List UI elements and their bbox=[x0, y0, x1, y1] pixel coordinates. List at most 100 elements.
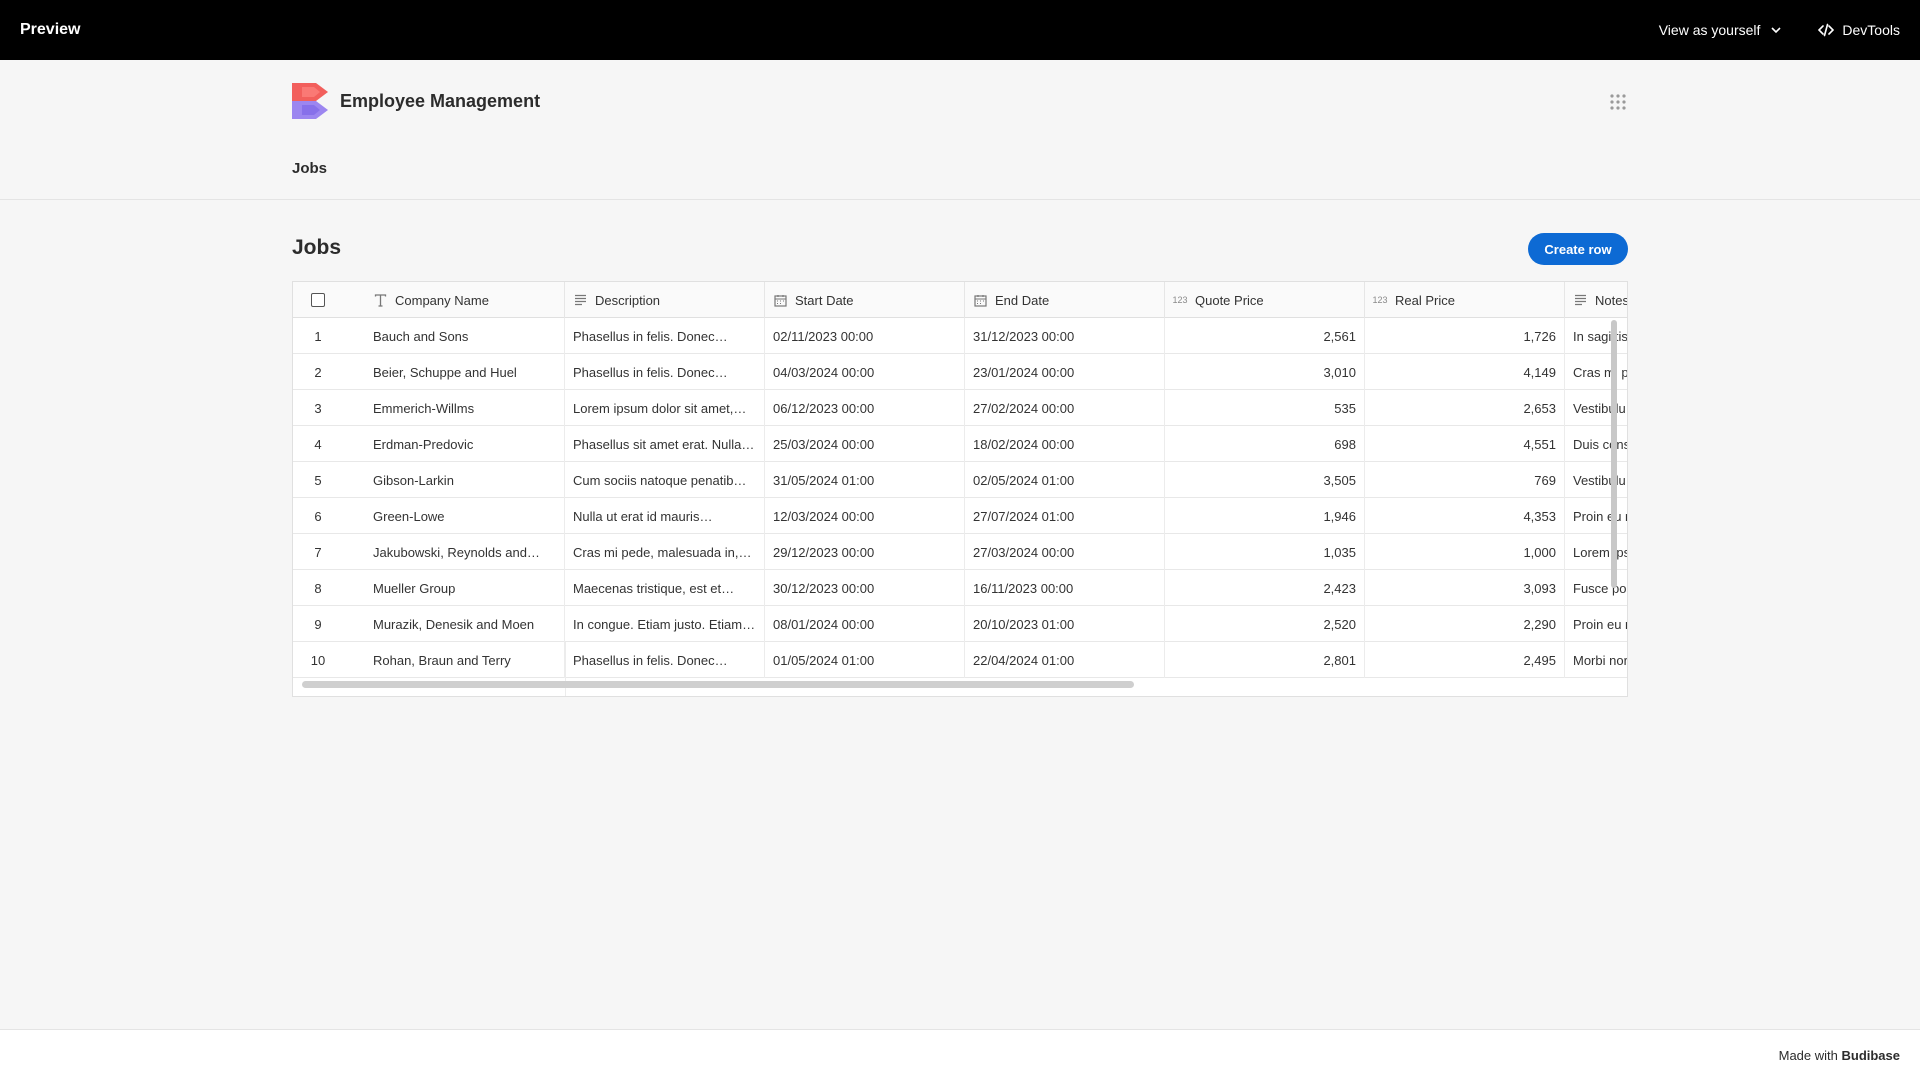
notes-cell[interactable]: In sagittis bbox=[1565, 318, 1627, 354]
real-price-cell[interactable]: 3,093 bbox=[1365, 570, 1565, 606]
end-date-cell[interactable]: 31/12/2023 00:00 bbox=[965, 318, 1165, 354]
table-row[interactable]: 6 Green-Lowe Nulla ut erat id mauris… 12/03… bbox=[293, 498, 1627, 534]
column-header-quote-price[interactable]: 123 Quote Price bbox=[1165, 282, 1365, 318]
horizontal-scrollbar[interactable] bbox=[302, 681, 1134, 688]
quote-price-cell[interactable]: 1,946 bbox=[1165, 498, 1365, 534]
end-date-cell[interactable]: 18/02/2024 00:00 bbox=[965, 426, 1165, 462]
table-row[interactable]: 9 Murazik, Denesik and Moen In congue. Eti… bbox=[293, 606, 1627, 642]
start-date-cell[interactable]: 02/11/2023 00:00 bbox=[765, 318, 965, 354]
company-name-cell[interactable]: Green-Lowe bbox=[365, 498, 565, 534]
notes-cell[interactable]: Vestibulu bbox=[1565, 462, 1627, 498]
company-name-cell[interactable]: Beier, Schuppe and Huel bbox=[365, 354, 565, 390]
description-cell[interactable]: In congue. Etiam justo. Etiam… bbox=[565, 606, 765, 642]
company-name-cell[interactable]: Mueller Group bbox=[365, 570, 565, 606]
notes-cell[interactable]: Fusce pos bbox=[1565, 570, 1627, 606]
end-date-cell[interactable]: 22/04/2024 01:00 bbox=[965, 642, 1165, 678]
notes-cell[interactable]: Lorem ips bbox=[1565, 534, 1627, 570]
description-cell[interactable]: Phasellus in felis. Donec… bbox=[565, 642, 765, 678]
table-row[interactable]: 4 Erdman-Predovic Phasellus sit amet erat.… bbox=[293, 426, 1627, 462]
quote-price-cell[interactable]: 2,520 bbox=[1165, 606, 1365, 642]
company-name-cell[interactable]: Murazik, Denesik and Moen bbox=[365, 606, 565, 642]
company-name-cell[interactable]: Rohan, Braun and Terry bbox=[365, 642, 565, 678]
quote-price-cell[interactable]: 2,801 bbox=[1165, 642, 1365, 678]
table-row[interactable]: 7 Jakubowski, Reynolds and… Cras mi pede, … bbox=[293, 534, 1627, 570]
quote-price-cell[interactable]: 1,035 bbox=[1165, 534, 1365, 570]
description-cell[interactable]: Lorem ipsum dolor sit amet,… bbox=[565, 390, 765, 426]
notes-cell[interactable]: Morbi nor bbox=[1565, 642, 1627, 678]
start-date-cell[interactable]: 08/01/2024 00:00 bbox=[765, 606, 965, 642]
start-date-cell-text: 01/05/2024 01:00 bbox=[773, 652, 875, 668]
column-header-end-date[interactable]: End Date bbox=[965, 282, 1165, 318]
start-date-cell[interactable]: 29/12/2023 00:00 bbox=[765, 534, 965, 570]
company-name-cell[interactable]: Emmerich-Willms bbox=[365, 390, 565, 426]
end-date-cell[interactable]: 20/10/2023 01:00 bbox=[965, 606, 1165, 642]
start-date-cell[interactable]: 04/03/2024 00:00 bbox=[765, 354, 965, 390]
start-date-cell[interactable]: 12/03/2024 00:00 bbox=[765, 498, 965, 534]
real-price-cell[interactable]: 2,653 bbox=[1365, 390, 1565, 426]
company-name-cell[interactable]: Jakubowski, Reynolds and… bbox=[365, 534, 565, 570]
description-cell[interactable]: Phasellus in felis. Donec… bbox=[565, 354, 765, 390]
made-with-budibase[interactable]: Made with Budibase bbox=[1779, 1048, 1900, 1063]
start-date-cell[interactable]: 30/12/2023 00:00 bbox=[765, 570, 965, 606]
start-date-cell[interactable]: 06/12/2023 00:00 bbox=[765, 390, 965, 426]
quote-price-cell[interactable]: 698 bbox=[1165, 426, 1365, 462]
column-header-start-date[interactable]: Start Date bbox=[765, 282, 965, 318]
column-header-label: Description bbox=[595, 292, 661, 308]
devtools-button[interactable]: DevTools bbox=[1818, 22, 1900, 38]
view-as-dropdown[interactable]: View as yourself bbox=[1659, 22, 1783, 38]
quote-price-cell[interactable]: 3,010 bbox=[1165, 354, 1365, 390]
description-cell[interactable]: Phasellus in felis. Donec… bbox=[565, 318, 765, 354]
end-date-cell[interactable]: 16/11/2023 00:00 bbox=[965, 570, 1165, 606]
select-all-checkbox[interactable] bbox=[311, 293, 325, 307]
end-date-cell[interactable]: 27/07/2024 01:00 bbox=[965, 498, 1165, 534]
notes-cell[interactable]: Duis cons bbox=[1565, 426, 1627, 462]
column-header-description[interactable]: Description bbox=[565, 282, 765, 318]
app-grid-icon[interactable] bbox=[1610, 94, 1626, 110]
table-row[interactable]: 5 Gibson-Larkin Cum sociis natoque penatib… bbox=[293, 462, 1627, 498]
end-date-cell[interactable]: 27/02/2024 00:00 bbox=[965, 390, 1165, 426]
company-name-cell[interactable]: Erdman-Predovic bbox=[365, 426, 565, 462]
description-cell[interactable]: Phasellus sit amet erat. Nulla… bbox=[565, 426, 765, 462]
end-date-cell[interactable]: 02/05/2024 01:00 bbox=[965, 462, 1165, 498]
start-date-cell[interactable]: 31/05/2024 01:00 bbox=[765, 462, 965, 498]
notes-cell[interactable]: Vestibulu bbox=[1565, 390, 1627, 426]
description-cell[interactable]: Nulla ut erat id mauris… bbox=[565, 498, 765, 534]
notes-cell[interactable]: Proin eu r bbox=[1565, 606, 1627, 642]
table-row[interactable]: 2 Beier, Schuppe and Huel Phasellus in fel… bbox=[293, 354, 1627, 390]
real-price-cell[interactable]: 2,495 bbox=[1365, 642, 1565, 678]
real-price-cell[interactable]: 769 bbox=[1365, 462, 1565, 498]
notes-cell[interactable]: Proin eu r bbox=[1565, 498, 1627, 534]
description-cell[interactable]: Maecenas tristique, est et… bbox=[565, 570, 765, 606]
company-name-cell[interactable]: Gibson-Larkin bbox=[365, 462, 565, 498]
start-date-cell[interactable]: 01/05/2024 01:00 bbox=[765, 642, 965, 678]
end-date-cell[interactable]: 23/01/2024 00:00 bbox=[965, 354, 1165, 390]
description-cell[interactable]: Cras mi pede, malesuada in,… bbox=[565, 534, 765, 570]
quote-price-cell[interactable]: 2,561 bbox=[1165, 318, 1365, 354]
notes-cell[interactable]: Cras mi p bbox=[1565, 354, 1627, 390]
nav-item-jobs[interactable]: Jobs bbox=[292, 160, 327, 177]
quote-price-cell[interactable]: 2,423 bbox=[1165, 570, 1365, 606]
quote-price-cell[interactable]: 3,505 bbox=[1165, 462, 1365, 498]
start-date-cell[interactable]: 25/03/2024 00:00 bbox=[765, 426, 965, 462]
create-row-button[interactable]: Create row bbox=[1528, 233, 1628, 265]
column-header-company-name[interactable]: Company Name bbox=[365, 282, 565, 318]
real-price-cell[interactable]: 4,149 bbox=[1365, 354, 1565, 390]
table-row[interactable]: 1 Bauch and Sons Phasellus in felis. Donec… bbox=[293, 318, 1627, 354]
real-price-cell[interactable]: 2,290 bbox=[1365, 606, 1565, 642]
real-price-cell[interactable]: 1,726 bbox=[1365, 318, 1565, 354]
real-price-cell[interactable]: 4,551 bbox=[1365, 426, 1565, 462]
column-header-real-price[interactable]: 123 Real Price bbox=[1365, 282, 1565, 318]
table-row[interactable]: 10 Rohan, Braun and Terry Phasellus in fel… bbox=[293, 642, 1627, 678]
column-header-notes[interactable]: Notes bbox=[1565, 282, 1627, 318]
description-cell[interactable]: Cum sociis natoque penatib… bbox=[565, 462, 765, 498]
real-price-cell[interactable]: 4,353 bbox=[1365, 498, 1565, 534]
table-row[interactable]: 3 Emmerich-Willms Lorem ipsum dolor sit am… bbox=[293, 390, 1627, 426]
table-row[interactable]: 8 Mueller Group Maecenas tristique, est et… bbox=[293, 570, 1627, 606]
vertical-scrollbar[interactable] bbox=[1611, 320, 1617, 588]
company-name-cell[interactable]: Bauch and Sons bbox=[365, 318, 565, 354]
end-date-cell[interactable]: 27/03/2024 00:00 bbox=[965, 534, 1165, 570]
real-price-cell[interactable]: 1,000 bbox=[1365, 534, 1565, 570]
end-date-cell-text: 27/02/2024 00:00 bbox=[973, 400, 1075, 416]
brand[interactable]: Employee Management bbox=[292, 83, 540, 119]
quote-price-cell[interactable]: 535 bbox=[1165, 390, 1365, 426]
